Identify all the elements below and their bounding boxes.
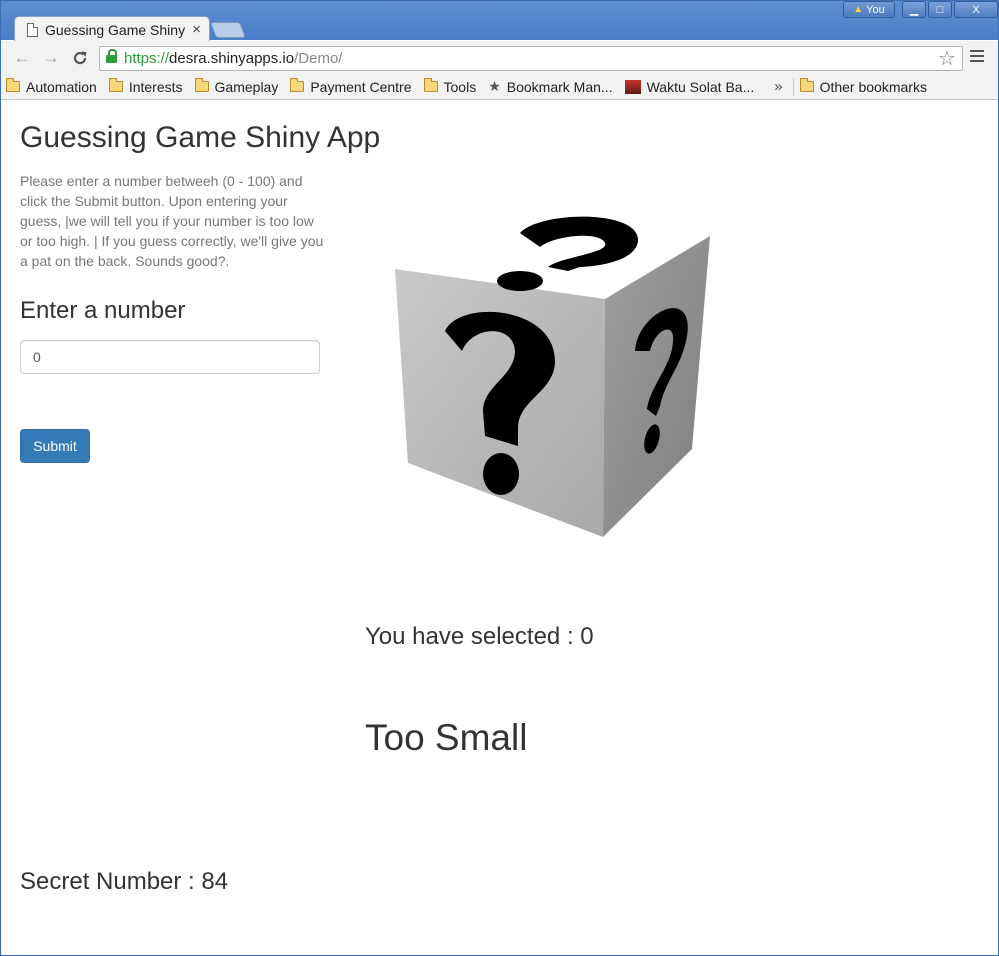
selected-number-text: You have selected : 0 bbox=[365, 623, 594, 650]
bookmark-interests[interactable]: Interests bbox=[108, 76, 189, 98]
bookmark-label: Other bookmarks bbox=[819, 78, 927, 95]
question-cube-image bbox=[395, 215, 710, 537]
number-input[interactable] bbox=[20, 340, 320, 374]
bookmark-bookmark-manager[interactable]: ★ Bookmark Man... bbox=[488, 76, 618, 98]
tab-title: Guessing Game Shiny App bbox=[45, 21, 188, 38]
back-arrow-icon[interactable]: ← bbox=[11, 47, 33, 69]
url-host: desra.shinyapps.io bbox=[169, 50, 295, 67]
bookmark-other-bookmarks[interactable]: Other bookmarks bbox=[799, 76, 933, 98]
reload-icon[interactable] bbox=[69, 47, 91, 69]
profile-name: You bbox=[866, 3, 885, 16]
close-window-button[interactable]: X bbox=[954, 1, 998, 18]
window-controls: ▁ □ X bbox=[902, 1, 998, 18]
bookmark-label: Gameplay bbox=[214, 78, 279, 95]
bookmark-label: Interests bbox=[128, 78, 183, 95]
url-scheme: https:// bbox=[124, 50, 170, 67]
folder-icon bbox=[108, 78, 123, 92]
bookmarks-overflow-button[interactable]: » bbox=[774, 78, 782, 95]
bookmark-label: Tools bbox=[443, 78, 477, 95]
bookmark-star-icon[interactable]: ☆ bbox=[938, 46, 956, 71]
secret-number-text: Secret Number : 84 bbox=[20, 868, 229, 895]
bookmarks-bar: Automation Interests Gameplay Payment Ce… bbox=[0, 74, 999, 100]
page-title: Guessing Game Shiny App bbox=[20, 121, 381, 154]
url-path: /Demo/ bbox=[294, 50, 343, 67]
profile-button[interactable]: ▲ You bbox=[843, 1, 895, 18]
folder-icon bbox=[799, 78, 814, 92]
minimize-button[interactable]: ▁ bbox=[902, 1, 926, 18]
bookmark-gameplay[interactable]: Gameplay bbox=[194, 76, 285, 98]
guess-result-text: Too Small bbox=[365, 717, 528, 758]
folder-icon bbox=[194, 78, 209, 92]
bookmark-label: Waktu Solat Ba... bbox=[646, 78, 755, 95]
star-icon: ★ bbox=[488, 78, 501, 94]
folder-icon bbox=[6, 78, 20, 92]
tab-close-icon[interactable]: × bbox=[192, 21, 201, 38]
instructions-text: Please enter a number betweeh (0 - 100) … bbox=[20, 173, 324, 269]
number-input-label: Enter a number bbox=[20, 297, 186, 324]
bookmarks-separator bbox=[792, 77, 794, 96]
lock-icon bbox=[106, 48, 117, 65]
bookmark-label: Payment Centre bbox=[310, 78, 412, 95]
folder-icon bbox=[423, 78, 438, 92]
bookmark-label: Bookmark Man... bbox=[506, 78, 613, 95]
address-bar[interactable]: https://desra.shinyapps.io/Demo/ bbox=[99, 46, 963, 71]
folder-icon bbox=[290, 78, 305, 92]
maximize-button[interactable]: □ bbox=[928, 1, 952, 18]
bookmark-label: Automation bbox=[26, 78, 97, 95]
browser-tab[interactable]: Guessing Game Shiny App × bbox=[14, 16, 210, 42]
bookmark-waktu-solat[interactable]: Waktu Solat Ba... bbox=[624, 76, 761, 98]
page-content: Guessing Game Shiny App Please enter a n… bbox=[0, 101, 999, 956]
submit-button[interactable]: Submit bbox=[20, 429, 90, 463]
warning-icon: ▲ bbox=[853, 4, 864, 15]
bookmark-tools[interactable]: Tools bbox=[423, 76, 483, 98]
page-icon bbox=[27, 22, 38, 37]
bookmark-automation[interactable]: Automation bbox=[6, 76, 103, 98]
forward-arrow-icon[interactable]: → bbox=[40, 47, 62, 69]
browser-menu-icon[interactable] bbox=[970, 50, 984, 65]
bookmark-payment-centre[interactable]: Payment Centre bbox=[290, 76, 417, 98]
new-tab-button[interactable] bbox=[210, 22, 246, 38]
site-favicon-icon bbox=[624, 79, 641, 94]
